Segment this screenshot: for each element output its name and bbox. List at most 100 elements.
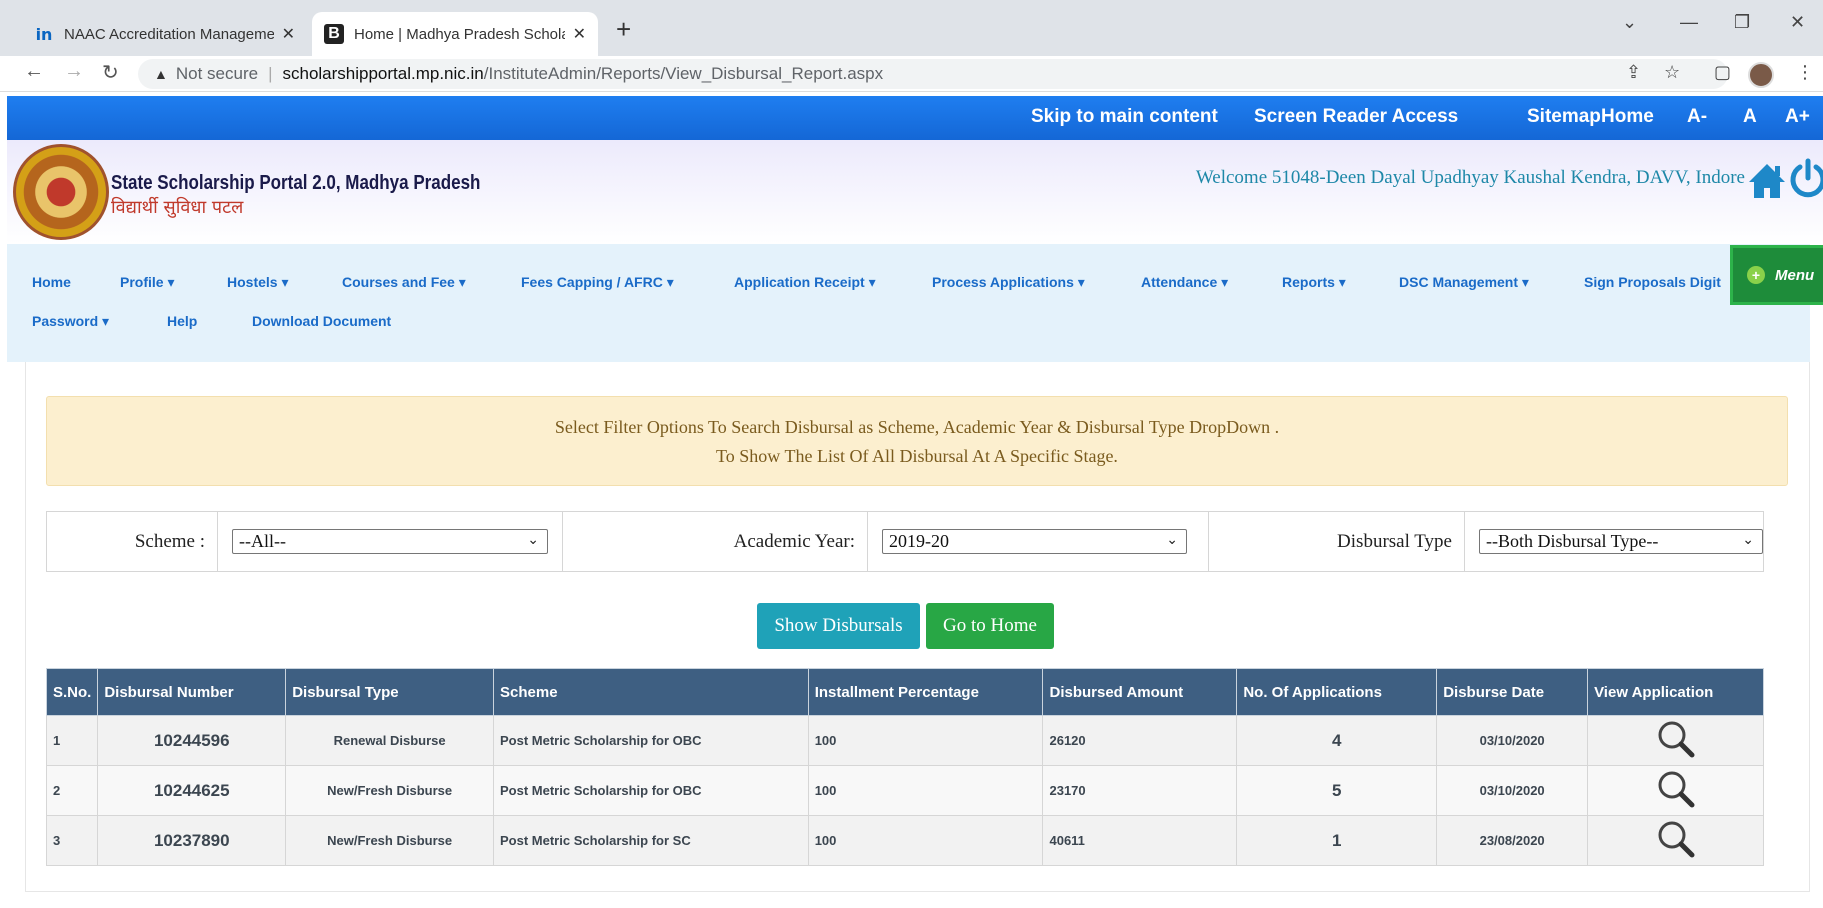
cell-date: 03/10/2020 [1436,715,1589,766]
close-tab-icon[interactable]: ✕ [573,24,586,44]
cell-disbursal-number: 10244625 [97,765,287,816]
magnifier-icon[interactable] [1656,719,1696,759]
col-disbursal-type: Disbursal Type [285,668,495,716]
nav-help[interactable]: Help [167,313,197,329]
skip-to-main-link[interactable]: Skip to main content [1031,106,1218,128]
browser-tab-naac[interactable]: in NAAC Accreditation Managemen ✕ [22,12,307,56]
chevron-down-icon: ⌄ [1742,533,1754,548]
url-field[interactable]: ▲ Not secure | scholarshipportal.mp.nic.… [138,59,1728,89]
disbursal-type-selected-value: --Both Disbursal Type-- [1486,531,1659,551]
cell-installment: 100 [807,815,1044,866]
chevron-down-icon: ⌄ [527,533,539,548]
home-icon[interactable] [1747,162,1787,200]
scheme-select[interactable]: --All-- ⌄ [232,529,548,554]
disbursal-type-cell: --Both Disbursal Type-- ⌄ [1465,512,1763,571]
cell-date: 23/08/2020 [1436,815,1589,866]
plus-icon: + [1747,266,1765,284]
cell-sno: 3 [45,815,99,866]
more-menu-icon[interactable]: ⋮ [1796,62,1814,83]
browser-tab-strip: in NAAC Accreditation Managemen ✕ B Home… [0,0,1823,56]
sitemap-link[interactable]: Sitemap [1527,106,1601,128]
menu-label: Menu [1775,266,1815,284]
nav-hostels[interactable]: Hostels ▾ [227,274,289,291]
cell-amount: 26120 [1042,715,1238,766]
notice-line-1: Select Filter Options To Search Disbursa… [554,417,1280,437]
accessibility-bar: Skip to main content Screen Reader Acces… [7,96,1823,140]
col-installment-percentage: Installment Percentage [807,668,1044,716]
table-row: 3 10237890 New/Fresh Disburse Post Metri… [45,815,1764,866]
nav-home[interactable]: Home [32,274,71,290]
nav-profile[interactable]: Profile ▾ [120,274,174,291]
linkedin-icon: in [35,24,53,44]
new-tab-button[interactable]: + [616,14,631,45]
filter-notice: Select Filter Options To Search Disbursa… [46,396,1788,486]
col-sno: S.No. [45,668,99,716]
go-to-home-button[interactable]: Go to Home [926,603,1054,649]
star-icon[interactable]: ☆ [1664,62,1680,83]
table-row: 2 10244625 New/Fresh Disburse Post Metri… [45,765,1764,816]
share-icon[interactable]: ⇪ [1626,62,1641,83]
home-top-link[interactable]: Home [1601,106,1654,128]
cell-applications: 4 [1236,715,1438,766]
nav-reports[interactable]: Reports ▾ [1282,274,1346,291]
table-row: 1 10244596 Renewal Disburse Post Metric … [45,715,1764,766]
screen-reader-link[interactable]: Screen Reader Access [1254,106,1458,128]
scheme-cell: --All-- ⌄ [218,512,563,571]
browser-tab-scholarship[interactable]: B Home | Madhya Pradesh Scholar ✕ [312,12,598,56]
font-decrease-link[interactable]: A- [1687,106,1707,128]
cell-disbursal-type: Renewal Disburse [285,715,495,766]
nav-attendance[interactable]: Attendance ▾ [1141,274,1228,291]
cell-installment: 100 [807,765,1044,816]
cell-scheme: Post Metric Scholarship for OBC [493,765,809,816]
restore-icon[interactable]: ❐ [1734,12,1750,33]
font-increase-link[interactable]: A+ [1785,106,1810,128]
col-disbursed-amount: Disbursed Amount [1042,668,1238,716]
cell-amount: 23170 [1042,765,1238,816]
nav-application-receipt[interactable]: Application Receipt ▾ [734,274,876,291]
site-title: State Scholarship Portal 2.0, Madhya Pra… [111,172,481,194]
tab-title: NAAC Accreditation Managemen [64,25,274,43]
tab-search-icon[interactable]: ⌄ [1622,12,1637,33]
sidepanel-icon[interactable]: ▢ [1714,62,1731,83]
nav-sign-proposals[interactable]: Sign Proposals Digit [1584,274,1721,290]
cell-scheme: Post Metric Scholarship for OBC [493,715,809,766]
col-view-application: View Application [1587,668,1764,716]
magnifier-icon[interactable] [1656,819,1696,859]
magnifier-icon[interactable] [1656,769,1696,809]
security-label: Not secure [175,64,259,83]
cell-date: 03/10/2020 [1436,765,1589,816]
cell-disbursal-number: 10244596 [97,715,287,766]
side-menu-button[interactable]: + Menu [1730,245,1823,305]
academic-year-select[interactable]: 2019-20 ⌄ [882,529,1187,554]
warning-icon: ▲ [154,66,168,82]
nav-process-applications[interactable]: Process Applications ▾ [932,274,1085,291]
close-window-icon[interactable]: ✕ [1790,12,1805,33]
close-tab-icon[interactable]: ✕ [282,24,295,44]
site-subtitle: विद्यार्थी सुविधा पटल [111,197,244,218]
b-icon: B [324,24,344,44]
minimize-icon[interactable]: — [1680,12,1698,33]
nav-download-document[interactable]: Download Document [252,313,391,329]
nav-password[interactable]: Password ▾ [32,313,109,330]
academic-year-selected-value: 2019-20 [889,531,949,551]
power-icon[interactable] [1789,158,1823,198]
disbursal-type-select[interactable]: --Both Disbursal Type-- ⌄ [1479,529,1763,554]
site-header: State Scholarship Portal 2.0, Madhya Pra… [7,140,1823,244]
font-normal-link[interactable]: A [1743,106,1757,128]
cell-view [1587,765,1764,816]
back-icon[interactable]: ← [24,60,44,83]
show-disbursals-button[interactable]: Show Disbursals [757,603,920,649]
forward-icon[interactable]: → [64,60,84,83]
profile-avatar[interactable] [1748,62,1774,88]
col-disbursal-number: Disbursal Number [97,668,287,716]
table-header-row: S.No. Disbursal Number Disbursal Type Sc… [45,668,1764,716]
reload-icon[interactable]: ↻ [102,60,119,85]
url-separator: | [268,64,273,83]
nav-courses-and-fee[interactable]: Courses and Fee ▾ [342,274,466,291]
cell-sno: 1 [45,715,99,766]
chevron-down-icon: ⌄ [1166,533,1178,548]
cell-sno: 2 [45,765,99,816]
nav-dsc-management[interactable]: DSC Management ▾ [1399,274,1529,291]
nav-fees-capping[interactable]: Fees Capping / AFRC ▾ [521,274,674,291]
cell-disbursal-type: New/Fresh Disburse [285,815,495,866]
